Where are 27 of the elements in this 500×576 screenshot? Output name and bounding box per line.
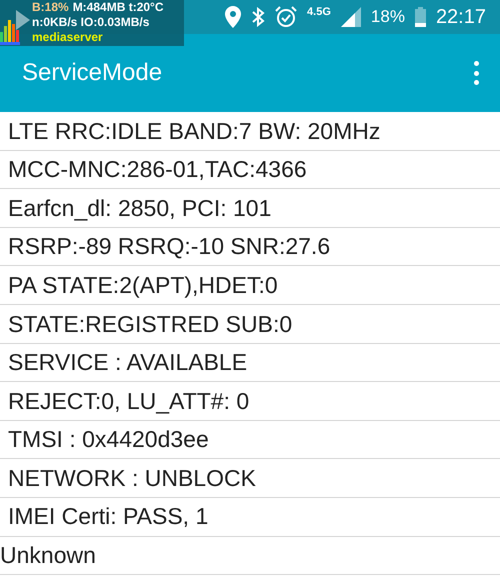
- alarm-clock-icon: [275, 6, 298, 28]
- info-line: MCC-MNC:286-01,TAC:4366: [7, 155, 307, 184]
- battery-reading: B:18%: [32, 0, 69, 15]
- network-type: 4.5G: [307, 6, 331, 18]
- battery-icon: [414, 7, 426, 27]
- info-line: REJECT:0, LU_ATT#: 0: [7, 386, 250, 416]
- info-line: SERVICE : AVAILABLE: [7, 348, 248, 378]
- info-line: PA STATE:2(APT),HDET:0: [7, 270, 278, 300]
- info-line: Earfcn_dl: 2850, PCI: 101: [7, 194, 272, 223]
- info-line: Unknown: [0, 541, 96, 570]
- location-pin-icon: [225, 6, 242, 28]
- info-line: TMSI : 0x4420d3ee: [7, 425, 209, 454]
- process-name: mediaserver: [32, 30, 104, 45]
- info-line: STATE:REGISTRED SUB:0: [7, 310, 292, 339]
- memory-reading: M:484MB t:20°C: [72, 0, 164, 15]
- app-title: ServiceMode: [22, 58, 162, 88]
- io-reading: n:0KB/s IO:0.03MB/s: [32, 15, 150, 30]
- info-line: NETWORK : UNBLOCK: [7, 464, 256, 493]
- clock: 22:17: [436, 5, 486, 30]
- info-line: LTE RRC:IDLE BAND:7 BW: 20MHz: [7, 116, 380, 146]
- battery-percentage: 18%: [370, 6, 405, 28]
- info-line: RSRP:-89 RSRQ:-10 SNR:27.6: [7, 232, 330, 262]
- info-line: IMEI Certi: PASS, 1: [7, 502, 208, 532]
- signal-icon: [340, 7, 361, 27]
- equalizer-icon: [0, 8, 30, 46]
- more-options-button[interactable]: [472, 61, 480, 85]
- bluetooth-icon: [251, 7, 266, 27]
